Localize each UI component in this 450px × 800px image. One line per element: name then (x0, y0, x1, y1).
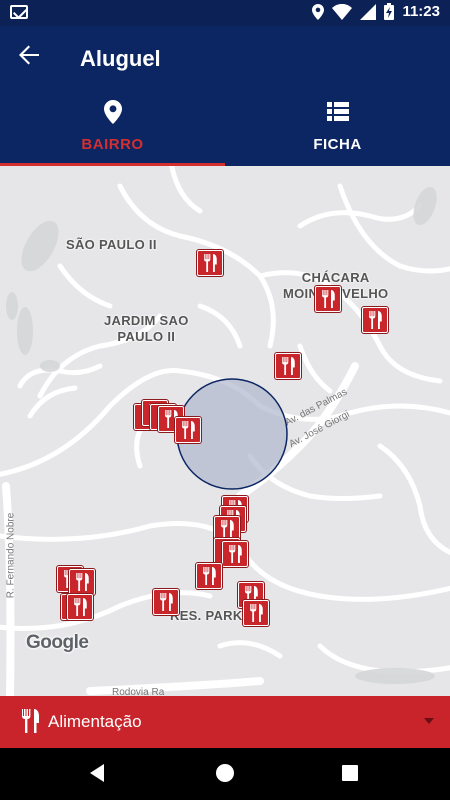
restaurant-marker[interactable] (222, 541, 248, 567)
restaurant-marker[interactable] (362, 307, 388, 333)
restaurant-icon (282, 357, 295, 375)
nav-back-button[interactable] (90, 764, 104, 782)
fork-knife-icon (22, 709, 39, 733)
restaurant-marker[interactable] (315, 286, 341, 312)
restaurant-icon (250, 604, 263, 622)
google-logo: Google (26, 632, 89, 653)
restaurant-marker[interactable] (175, 417, 201, 443)
location-pin-icon (103, 100, 122, 124)
restaurant-marker[interactable] (243, 600, 269, 626)
restaurant-marker[interactable] (69, 569, 95, 595)
gmail-icon (10, 5, 28, 19)
restaurant-icon (204, 254, 217, 272)
place-label-chacara-line1: CHÁCARA (301, 270, 370, 285)
clock: 11:23 (402, 3, 440, 20)
tab-bairro-label: BAIRRO (81, 136, 144, 153)
tab-ficha-label: FICHA (313, 136, 362, 153)
restaurant-marker[interactable] (153, 589, 179, 615)
list-icon (326, 102, 349, 121)
restaurant-icon (322, 290, 335, 308)
tab-bar: BAIRRO FICHA (0, 92, 450, 166)
road-label-rodovia: Rodovia Ra (112, 687, 165, 696)
location-icon (312, 3, 325, 20)
nav-recents-button[interactable] (342, 765, 358, 781)
arrow-back-icon (19, 45, 39, 65)
restaurant-icon (203, 567, 216, 585)
signal-icon (360, 3, 377, 20)
restaurant-icon (76, 573, 89, 591)
category-selector[interactable]: Alimentação (0, 696, 450, 748)
nav-home-button[interactable] (216, 764, 234, 782)
place-label-res-park: RES. PARK (170, 608, 243, 623)
restaurant-icon (74, 598, 87, 616)
restaurant-marker[interactable] (275, 353, 301, 379)
place-label-jardim-line1: JARDIM SAO (104, 313, 189, 328)
restaurant-marker[interactable] (197, 250, 223, 276)
dropdown-arrow-icon (424, 718, 434, 724)
restaurant-marker[interactable] (196, 563, 222, 589)
status-bar: 11:23 (0, 0, 450, 26)
road-label-fernando-nobre: R. Fernando Nobre (5, 512, 17, 599)
app-bar: Aluguel BAIRRO FICHA (0, 26, 450, 166)
category-label: Alimentação (48, 712, 142, 731)
place-label-jardim-sao-paulo-ii: JARDIM SAO PAULO II (104, 313, 189, 345)
restaurant-icon (182, 421, 195, 439)
page-title: Aluguel (80, 46, 161, 71)
restaurant-marker[interactable] (67, 594, 93, 620)
restaurant-icon (221, 520, 234, 538)
place-label-jardim-line2: PAULO II (117, 329, 176, 344)
restaurant-icon (229, 545, 242, 563)
back-button[interactable] (18, 44, 40, 70)
restaurant-icon (160, 593, 173, 611)
wifi-icon (332, 3, 353, 20)
place-label-sao-paulo-ii: SÃO PAULO II (66, 237, 157, 252)
restaurant-icon (369, 311, 382, 329)
tab-ficha[interactable]: FICHA (225, 92, 450, 166)
system-nav-bar (0, 748, 450, 800)
battery-charging-icon (384, 3, 395, 20)
map-view[interactable]: SÃO PAULO II JARDIM SAO PAULO II CHÁCARA… (0, 166, 450, 696)
tab-bairro[interactable]: BAIRRO (0, 92, 225, 166)
